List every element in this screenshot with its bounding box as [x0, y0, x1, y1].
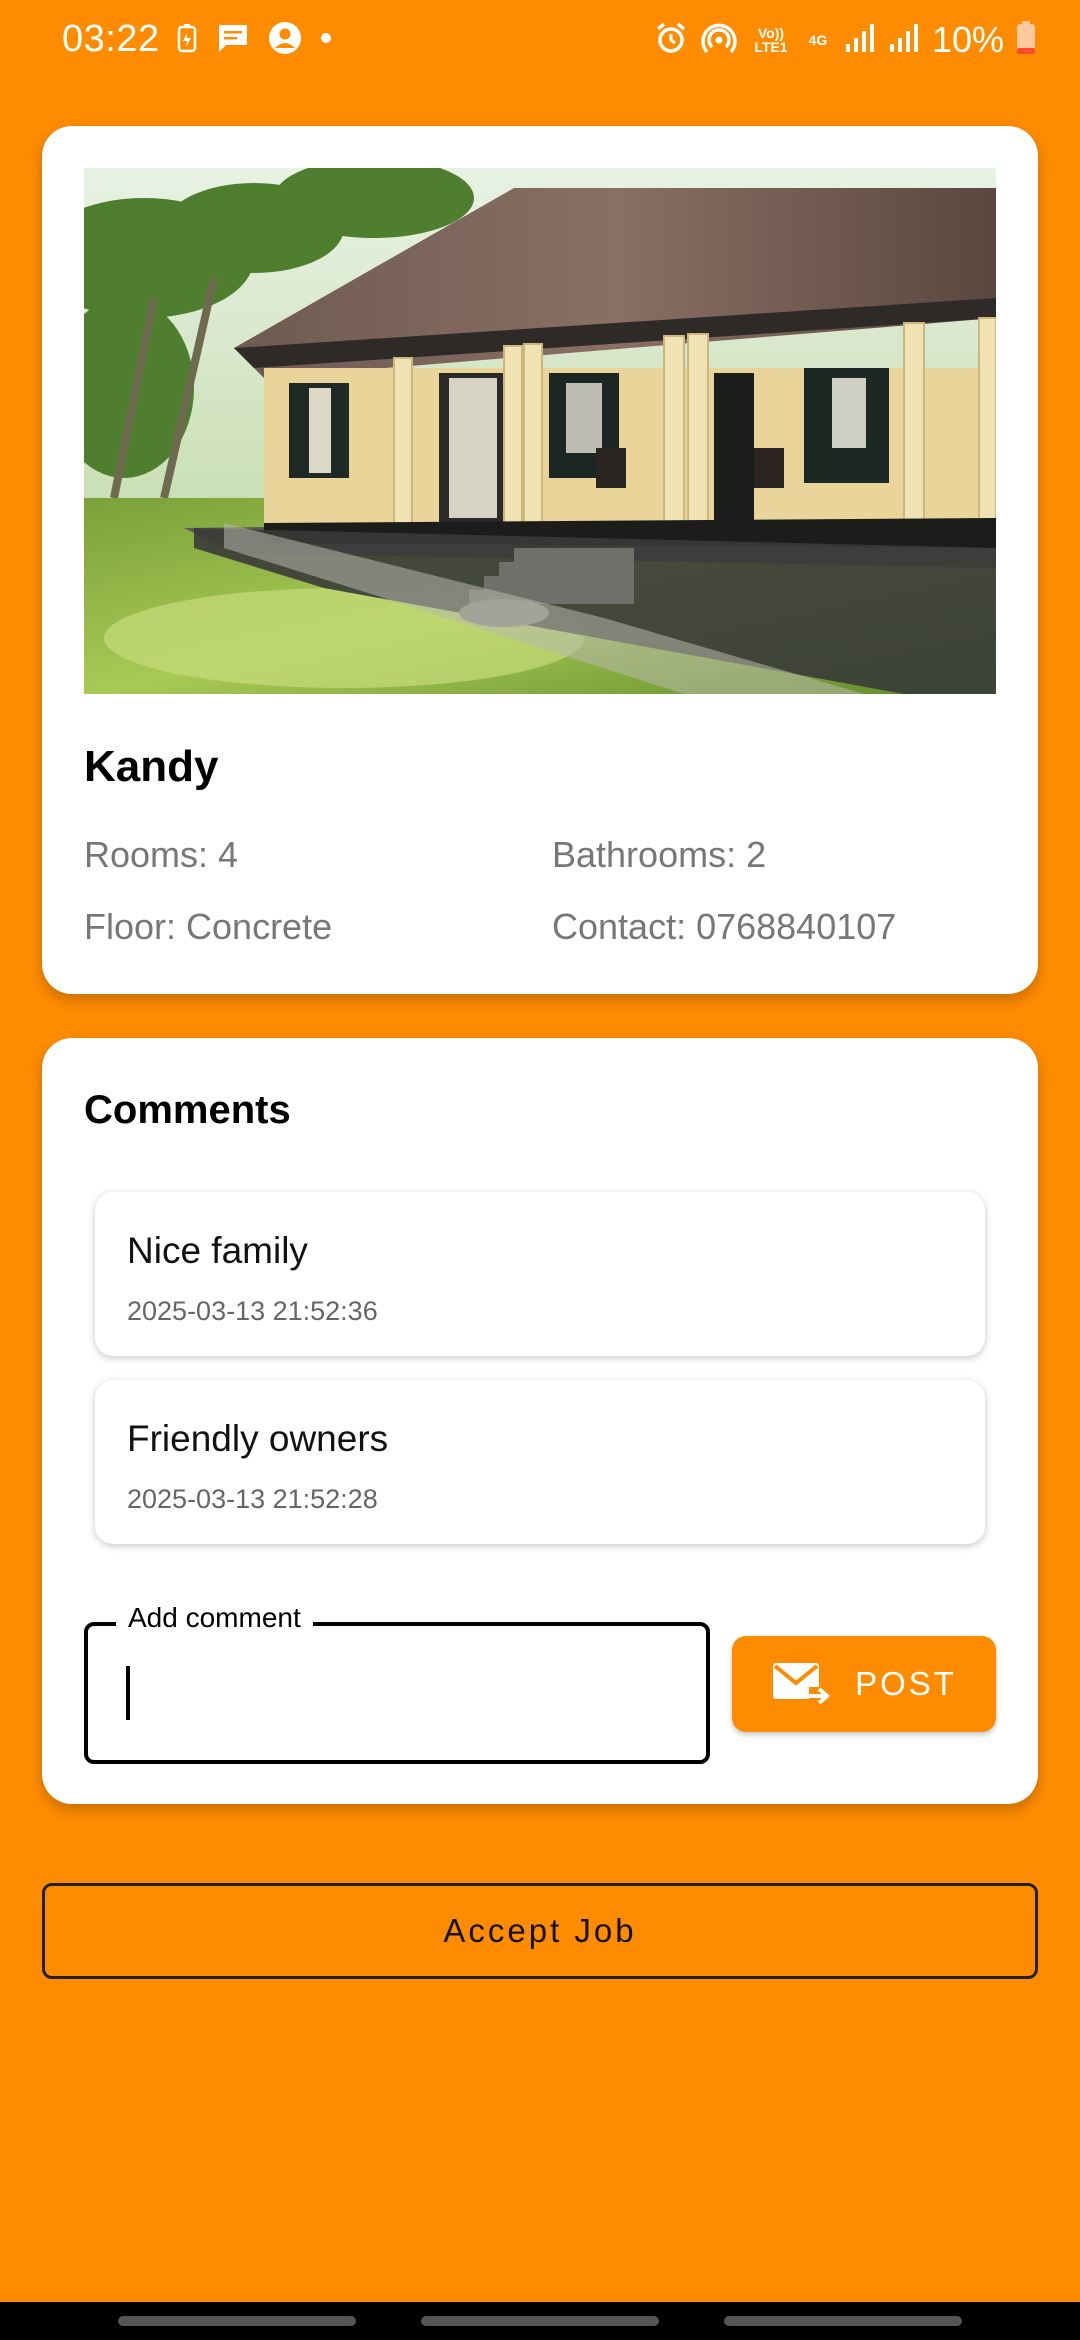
- comment-item: Nice family 2025-03-13 21:52:36: [95, 1192, 985, 1356]
- bathrooms-text: Bathrooms: 2: [552, 834, 767, 875]
- nav-home-button[interactable]: [421, 2316, 659, 2326]
- signal-icon: [844, 22, 876, 59]
- post-button[interactable]: POST: [732, 1636, 996, 1732]
- house-card: Kandy Rooms: 4 Bathrooms: 2 Floor: Concr…: [42, 126, 1038, 994]
- alarm-icon: [654, 21, 688, 60]
- add-comment-label: Add comment: [116, 1602, 313, 1634]
- hotspot-icon: [700, 20, 738, 61]
- status-right-icons: Vo)) LTE1 4G 10%: [654, 19, 1036, 61]
- house-title: Kandy: [84, 742, 219, 791]
- volte-icon: Vo)) LTE1: [754, 25, 788, 55]
- comment-timestamp: 2025-03-13 21:52:28: [127, 1484, 378, 1514]
- add-comment-input[interactable]: [108, 1656, 668, 1728]
- accept-job-button[interactable]: Accept Job: [42, 1883, 1038, 1979]
- status-time: 03:22: [62, 18, 160, 60]
- dot-icon: [320, 31, 332, 49]
- comment-timestamp: 2025-03-13 21:52:36: [127, 1296, 378, 1326]
- floor-text: Floor: Concrete: [84, 906, 333, 947]
- battery-saver-icon: [176, 23, 198, 58]
- rooms-text: Rooms: 4: [84, 834, 239, 875]
- nav-recents-button[interactable]: [118, 2316, 356, 2326]
- navigation-bar: [0, 2302, 1080, 2340]
- signal-icon: [888, 22, 920, 59]
- status-left-icons: [176, 21, 332, 60]
- account-icon: [268, 21, 302, 60]
- battery-percent: 10%: [931, 19, 1004, 60]
- comments-card: Comments Nice family 2025-03-13 21:52:36…: [42, 1038, 1038, 1804]
- comment-text: Friendly owners: [127, 1418, 389, 1459]
- comments-title: Comments: [84, 1088, 291, 1132]
- message-icon: [216, 22, 250, 59]
- comment-text: Nice family: [127, 1230, 308, 1271]
- accept-job-label: Accept Job: [443, 1912, 637, 1949]
- add-comment-field[interactable]: Add comment: [84, 1602, 710, 1764]
- mail-send-icon: [771, 1659, 833, 1710]
- status-bar: 03:22 Vo)) LTE1 4G 10%: [0, 0, 1080, 80]
- battery-icon: [1016, 20, 1036, 60]
- 4g-icon: 4G: [808, 32, 828, 48]
- comment-item: Friendly owners 2025-03-13 21:52:28: [95, 1380, 985, 1544]
- contact-text: Contact: 0768840107: [552, 906, 897, 947]
- nav-back-button[interactable]: [724, 2316, 962, 2326]
- post-button-label: POST: [855, 1665, 957, 1702]
- house-photo: [84, 168, 996, 694]
- text-cursor: [126, 1666, 130, 1720]
